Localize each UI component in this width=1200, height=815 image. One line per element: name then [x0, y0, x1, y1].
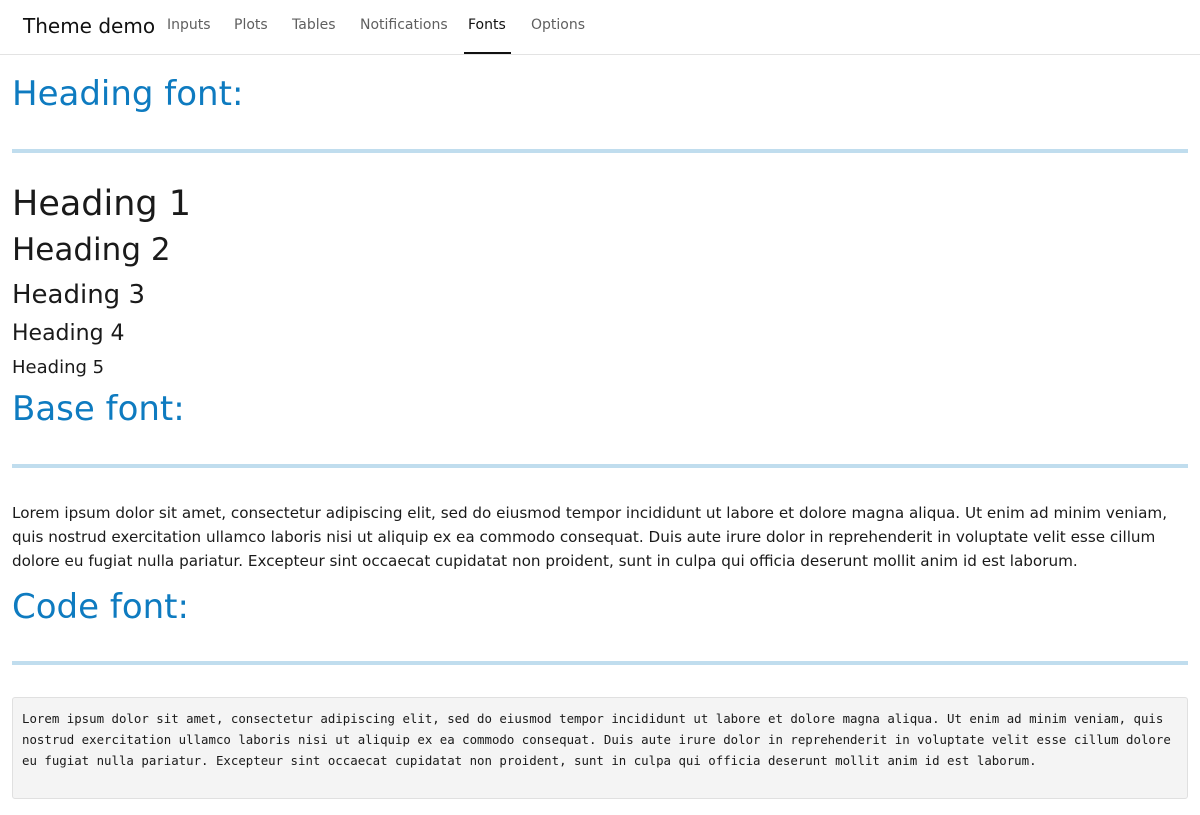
- tab-fonts[interactable]: Fonts: [468, 17, 506, 33]
- heading-1-sample: Heading 1: [12, 184, 192, 224]
- tab-tables[interactable]: Tables: [292, 17, 336, 33]
- base-font-sample-text: Lorem ipsum dolor sit amet, consectetur …: [12, 504, 1168, 570]
- heading-font-title: Heading font:: [12, 74, 244, 114]
- tab-notifications[interactable]: Notifications: [360, 17, 448, 33]
- tab-inputs[interactable]: Inputs: [167, 17, 211, 33]
- base-section-divider: [12, 464, 1188, 468]
- heading-2-sample: Heading 2: [12, 232, 171, 268]
- code-font-sample-block: Lorem ipsum dolor sit amet, consectetur …: [12, 697, 1188, 799]
- tab-options[interactable]: Options: [531, 17, 585, 33]
- heading-section-divider: [12, 149, 1188, 153]
- heading-5-sample: Heading 5: [12, 357, 105, 378]
- code-font-title: Code font:: [12, 587, 189, 627]
- code-section-divider: [12, 661, 1188, 665]
- tab-plots[interactable]: Plots: [234, 17, 268, 33]
- top-navbar: Theme demo Inputs Plots Tables Notificat…: [0, 0, 1200, 55]
- heading-4-sample: Heading 4: [12, 321, 125, 346]
- base-font-title: Base font:: [12, 389, 185, 429]
- active-tab-indicator: [464, 52, 511, 54]
- navbar-brand[interactable]: Theme demo: [23, 14, 155, 38]
- heading-3-sample: Heading 3: [12, 280, 145, 310]
